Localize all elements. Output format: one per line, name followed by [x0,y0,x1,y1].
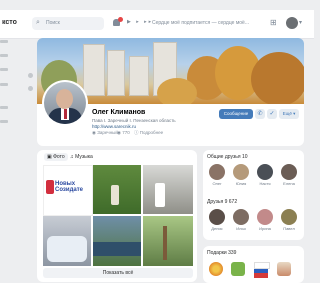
avatar [209,164,225,180]
friend-item[interactable]: Илья [232,209,250,231]
left-nav-item[interactable] [0,54,8,57]
left-nav-item[interactable] [0,40,8,43]
logo[interactable]: ксто [2,19,17,26]
user-avatar[interactable] [286,17,298,29]
building [107,50,125,96]
notifications-icon[interactable] [112,17,124,29]
avatar [257,209,273,225]
photo-thumbnail[interactable] [143,216,193,266]
search-icon: ⌕ [36,19,40,26]
avatar [233,209,249,225]
photo-thumbnail[interactable] [93,216,141,266]
notification-badge [118,17,123,22]
friend-item[interactable]: Денис [208,209,226,231]
photo-thumbnail[interactable] [143,165,193,214]
follow-icon[interactable]: ✓ [267,109,277,119]
left-nav-item[interactable] [0,68,8,71]
building [83,44,105,96]
friend-item[interactable]: Ирина [256,209,274,231]
photo-thumbnail[interactable]: Новых Созидате [43,165,93,216]
show-all-photos-button[interactable]: Показать всё [43,268,193,278]
gift-plant-icon[interactable] [231,262,245,276]
chevron-down-icon[interactable]: ▾ [299,19,302,26]
meta-followers[interactable]: ◉ 770 [117,130,130,136]
photo-thumbnail[interactable] [43,216,91,266]
search-input[interactable]: ⌕ Поиск [32,17,104,30]
friend-item[interactable]: Елена [280,164,298,186]
avatar [257,164,273,180]
left-nav-item[interactable] [0,83,8,86]
page: ксто ⌕ Поиск ▶ ▸ ▸▸ Сердце моё подпитает… [0,0,314,283]
tree [157,78,197,104]
friend-item[interactable]: Настя [256,164,274,186]
left-nav-item[interactable] [0,120,8,123]
gift-sun-icon[interactable] [209,262,223,276]
call-icon[interactable]: ✆ [255,109,265,119]
apps-grid-icon[interactable]: ⊞ [270,19,278,27]
left-nav-item[interactable] [0,106,8,109]
mutual-friends-title[interactable]: Общие друзья 10 [207,154,248,160]
left-nav-dot[interactable] [28,73,33,78]
avatar [233,164,249,180]
gift-cake-icon[interactable] [277,262,291,276]
meta-details[interactable]: ⓘ Подробнее [134,130,163,136]
gifts-title[interactable]: Подарки 339 [207,250,236,256]
friend-item[interactable]: Юлия [232,164,250,186]
avatar [281,164,297,180]
meta-location[interactable]: ◉ Заречный [92,130,118,136]
avatar [209,209,225,225]
search-placeholder: Поиск [46,20,60,26]
now-playing-track[interactable]: Сердце моё подпитается — сердце моё... [152,20,249,26]
logo-text: Новых Созидате [55,181,84,193]
building [129,56,149,96]
tab-music[interactable]: ♫ Музыка [70,154,93,160]
left-nav-dot[interactable] [28,86,33,91]
message-button[interactable]: Сообщение [219,109,253,119]
profile-subtitle: Пава I. Заречный I. Пензенская область [92,118,176,123]
profile-link[interactable]: http://www.sarecnik.ru [92,124,136,129]
profile-avatar[interactable] [42,80,88,126]
top-bar: ксто ⌕ Поиск ▶ ▸ ▸▸ Сердце моё подпитает… [0,10,314,39]
avatar [281,209,297,225]
photo-thumbnail[interactable] [93,165,141,214]
friends-title[interactable]: Друзья 9 672 [207,199,237,205]
friend-item[interactable]: Павел [280,209,298,231]
profile-name: Олег Климанов [92,109,146,116]
player-controls[interactable]: ▶ ▸ ▸▸ [127,19,153,25]
tree [251,52,304,104]
more-button[interactable]: Ещё ▾ [279,109,299,119]
gift-heart-flag-icon[interactable] [254,262,270,278]
friend-item[interactable]: Олег [208,164,226,186]
tab-photos[interactable]: ▣ Фото [44,153,68,161]
party-logo-icon [46,180,54,194]
